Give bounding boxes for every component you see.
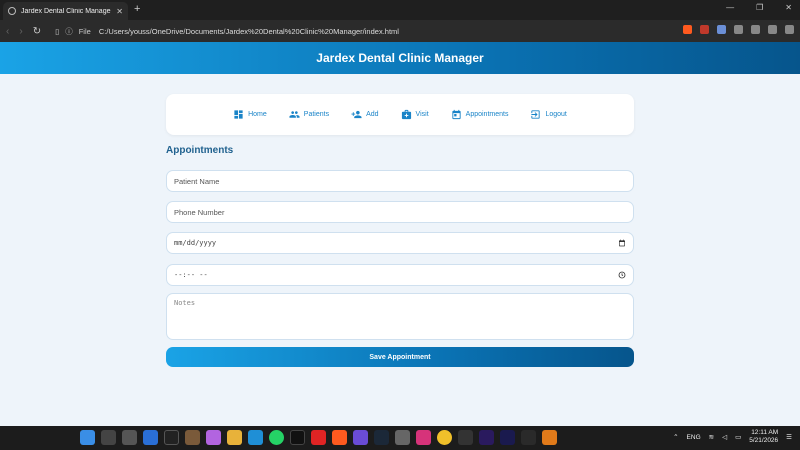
address-bar: ‹ › ↻ ▯ ⓘ File C:/Users/youss/OneDrive/D… [0,20,800,42]
battery-icon[interactable]: ▭ [735,433,741,441]
nav-visit-label: Visit [415,111,429,118]
bookmark-icon[interactable]: ▯ [55,27,59,36]
system-tray: ⌃ ENG ≋ ◁ ▭ 12:11 AM 5/21/2026 ☰ [673,429,792,445]
app-icon[interactable] [521,430,536,445]
whatsapp-icon[interactable] [269,430,284,445]
patient-name-input[interactable] [174,176,626,186]
task-view-icon[interactable] [122,430,137,445]
game-icon[interactable] [353,430,368,445]
save-appointment-button[interactable]: Save Appointment [166,347,634,367]
nav-add-label: Add [366,111,379,118]
browser-tab-bar: Jardex Dental Clinic Manager ✕ + — ❐ ✕ [0,0,800,20]
puzzle-icon[interactable] [734,25,743,34]
notifications-icon[interactable]: ☰ [786,433,792,441]
address-url[interactable]: C:/Users/youss/OneDrive/Documents/Jardex… [99,27,399,36]
nav-home-label: Home [248,111,267,118]
minimize-icon[interactable]: — [726,3,734,12]
youtube-icon[interactable] [311,430,326,445]
clock-date: 5/21/2026 [749,437,779,444]
instagram-icon[interactable] [416,430,431,445]
start-icon[interactable] [80,430,95,445]
new-tab-button[interactable]: + [134,3,140,15]
app-title: Jardex Dental Clinic Manager [316,51,484,65]
forward-icon[interactable]: › [19,26,22,37]
edge-icon[interactable] [248,430,263,445]
clock[interactable]: 12:11 AM 5/21/2026 [749,429,778,445]
date-placeholder: mm/dd/yyyy [174,239,217,247]
people-icon [289,111,300,118]
copilot-icon[interactable] [206,430,221,445]
language-indicator[interactable]: ENG [687,434,701,441]
extension-icon[interactable] [717,25,726,34]
app-icon[interactable] [395,430,410,445]
address-field-prefix: ▯ ⓘ File [55,26,91,37]
clock-time: 12:11 AM [751,429,779,436]
date-input[interactable]: mm/dd/yyyy [166,232,634,254]
back-icon[interactable]: ‹ [6,26,9,37]
media-encoder-icon[interactable] [500,430,515,445]
medical-kit-icon [401,109,411,120]
wifi-icon[interactable]: ≋ [709,433,714,441]
nav-appointments-label: Appointments [465,111,509,118]
nav-add[interactable]: Add [351,109,379,120]
after-effects-icon[interactable] [479,430,494,445]
add-person-icon [351,110,362,119]
nav-patients-label: Patients [303,111,330,118]
nav-appointments[interactable]: Appointments [451,109,509,120]
logout-icon [531,110,541,119]
clock-icon[interactable] [618,271,626,279]
brave-rewards-icon[interactable] [700,25,709,34]
close-window-icon[interactable]: ✕ [785,3,792,12]
navigation-buttons: ‹ › ↻ [6,26,41,37]
tab-title: Jardex Dental Clinic Manager [21,7,112,15]
dashboard-icon [234,110,243,119]
main-navigation: Home Patients Add Visit Appointments Log… [166,94,634,135]
info-icon[interactable]: ⓘ [65,26,73,37]
chevron-up-icon[interactable]: ⌃ [673,433,678,441]
wallet-icon[interactable] [768,25,777,34]
extension-icons [683,25,794,34]
nav-patients[interactable]: Patients [289,109,329,120]
app-icon[interactable] [164,430,179,445]
reload-icon[interactable]: ↻ [33,26,41,37]
app-header: Jardex Dental Clinic Manager [0,42,800,74]
time-placeholder: --:-- -- [174,271,208,279]
volume-icon[interactable]: ◁ [722,433,727,441]
window-controls: — ❐ ✕ [726,3,792,12]
app-icon[interactable] [458,430,473,445]
steam-icon[interactable] [374,430,389,445]
time-input[interactable]: --:-- -- [166,264,634,286]
phone-number-field [166,201,634,223]
file-explorer-icon[interactable] [227,430,242,445]
web-page: Jardex Dental Clinic Manager Home Patien… [0,42,800,426]
nav-home[interactable]: Home [233,109,267,120]
close-tab-icon[interactable]: ✕ [116,7,123,16]
notes-field [166,293,634,340]
windows-taskbar: ⌃ ENG ≋ ◁ ▭ 12:11 AM 5/21/2026 ☰ [0,426,800,450]
menu-icon[interactable] [785,25,794,34]
restore-icon[interactable]: ❐ [756,3,763,12]
address-scheme: File [78,26,91,36]
brave-icon[interactable] [332,430,347,445]
browser-tab[interactable]: Jardex Dental Clinic Manager ✕ [3,2,128,20]
sidebar-icon[interactable] [751,25,760,34]
globe-icon [8,7,16,15]
minecraft-icon[interactable] [185,430,200,445]
nav-logout-label: Logout [545,111,567,118]
calendar-picker-icon[interactable] [618,239,626,247]
taskbar-apps [80,430,557,445]
section-title: Appointments [166,145,234,156]
nav-visit[interactable]: Visit [401,109,429,120]
calendar-icon [452,109,461,120]
sublime-icon[interactable] [542,430,557,445]
brave-shield-icon[interactable] [683,25,692,34]
patient-name-field [166,170,634,192]
nav-logout[interactable]: Logout [530,109,567,120]
tiktok-icon[interactable] [290,430,305,445]
outlook-icon[interactable] [143,430,158,445]
search-icon[interactable] [101,430,116,445]
notes-textarea[interactable] [174,294,626,339]
phone-number-input[interactable] [174,207,626,217]
chrome-icon[interactable] [437,430,452,445]
